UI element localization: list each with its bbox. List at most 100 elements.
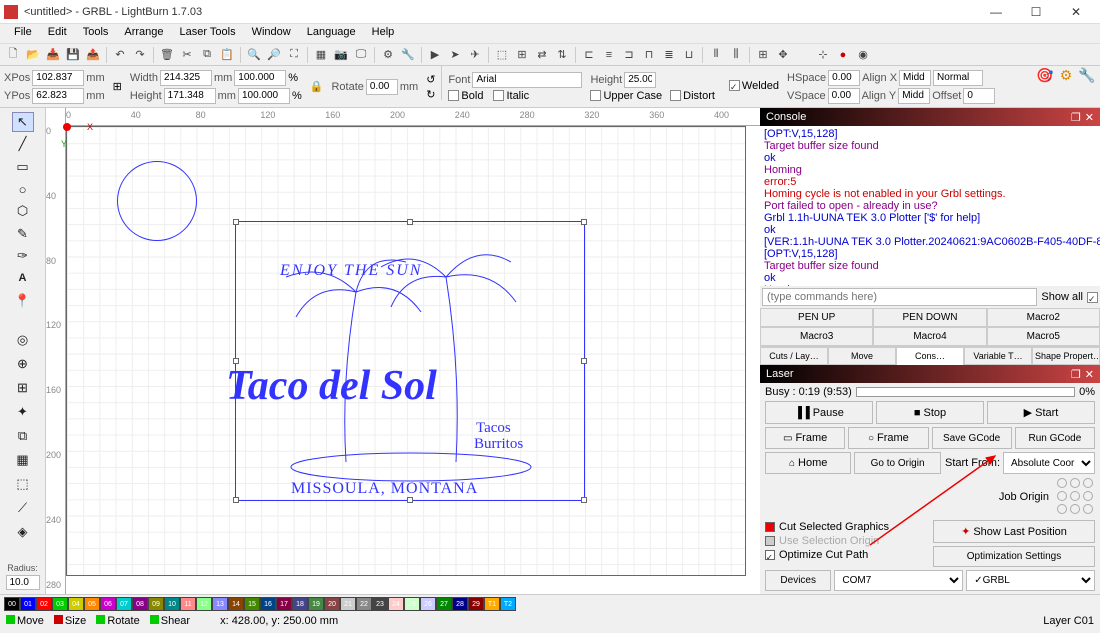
upper-check[interactable] (590, 90, 601, 101)
color-09[interactable]: 09 (148, 597, 164, 611)
array-icon[interactable]: ⊞ (754, 46, 772, 64)
job-origin-grid[interactable] (1057, 478, 1095, 516)
offset-tool[interactable]: ◎ (12, 329, 34, 351)
outline-tool[interactable]: ◈ (12, 521, 34, 543)
dist-v-icon[interactable]: ⫼ (727, 46, 745, 64)
paste-icon[interactable]: 📋 (218, 46, 236, 64)
color-18[interactable]: 18 (292, 597, 308, 611)
color-26[interactable]: 26 (420, 597, 436, 611)
macro-pendown[interactable]: PEN DOWN (873, 308, 986, 327)
fliph-icon[interactable]: ⇄ (533, 46, 551, 64)
preview-icon[interactable]: ▦ (312, 46, 330, 64)
align-top-icon[interactable]: ⊓ (640, 46, 658, 64)
color-24[interactable]: 24 (388, 597, 404, 611)
color-12[interactable]: 12 (196, 597, 212, 611)
showlast-button[interactable]: ✦Show Last Position (933, 520, 1095, 543)
jog-icon[interactable]: ● (834, 46, 852, 64)
console-undock-icon[interactable]: ❐ (1071, 111, 1081, 124)
menu-tools[interactable]: Tools (75, 24, 117, 43)
color-T1[interactable]: T1 (484, 597, 500, 611)
zoomfit-icon[interactable]: ⛶ (285, 46, 303, 64)
color-27[interactable]: 27 (436, 597, 452, 611)
color-01[interactable]: 01 (20, 597, 36, 611)
usesel-check[interactable] (765, 536, 775, 546)
rungcode-button[interactable]: Run GCode (1015, 427, 1095, 449)
optpath-check[interactable] (765, 550, 775, 560)
select-tool[interactable]: ↖ (12, 112, 34, 132)
array-tool[interactable]: ⊞ (12, 377, 34, 399)
color-29[interactable]: 29 (468, 597, 484, 611)
height-input[interactable] (164, 88, 216, 104)
color-23[interactable]: 23 (372, 597, 388, 611)
italic-check[interactable] (493, 90, 504, 101)
startfrom-select[interactable]: Absolute Coor (1003, 452, 1095, 474)
macro-5[interactable]: Macro5 (987, 327, 1100, 346)
aligny-select[interactable] (898, 88, 930, 104)
group-icon[interactable]: ⬚ (493, 46, 511, 64)
new-icon[interactable]: 🗋 (4, 46, 22, 64)
laser-pos-icon[interactable]: ◉ (854, 46, 872, 64)
color-19[interactable]: 19 (308, 597, 324, 611)
console-close-icon[interactable]: ✕ (1085, 111, 1094, 124)
color-04[interactable]: 04 (68, 597, 84, 611)
undo-icon[interactable]: ↶ (111, 46, 129, 64)
monitor-icon[interactable]: 🖵 (352, 46, 370, 64)
console-input[interactable] (762, 288, 1037, 306)
align-left-icon[interactable]: ⊏ (580, 46, 598, 64)
target-icon[interactable]: 🎯 (1036, 66, 1054, 84)
xpos-input[interactable] (32, 70, 84, 86)
optsettings-button[interactable]: Optimization Settings (933, 546, 1095, 567)
frame-button[interactable]: ▭Frame (765, 427, 845, 449)
color-17[interactable]: 17 (276, 597, 292, 611)
home-icon[interactable]: ✈ (466, 46, 484, 64)
tab-move[interactable]: Move (828, 347, 896, 365)
color-05[interactable]: 05 (84, 597, 100, 611)
align-mid-icon[interactable]: ≣ (660, 46, 678, 64)
color-10[interactable]: 10 (164, 597, 180, 611)
color-21[interactable]: 21 (340, 597, 356, 611)
style-select[interactable] (933, 70, 983, 86)
hspace-input[interactable] (828, 70, 860, 86)
close-button[interactable]: ✕ (1056, 1, 1096, 23)
edit-tool[interactable]: ✎ (12, 224, 34, 244)
position-icon[interactable]: ⊹ (814, 46, 832, 64)
port-select[interactable]: COM7 (834, 570, 963, 591)
zoomin-icon[interactable]: 🔍 (245, 46, 263, 64)
warp-tool[interactable]: ▦ (12, 449, 34, 471)
dist-h-icon[interactable]: ⫴ (707, 46, 725, 64)
device-select[interactable]: ✓GRBL (966, 570, 1095, 591)
offset-input[interactable] (963, 88, 995, 104)
gear-icon[interactable]: ⚙ (1057, 66, 1075, 84)
trace-tool[interactable]: ⬚ (12, 473, 34, 495)
rect-tool[interactable]: ▭ (12, 157, 34, 177)
wpct-input[interactable] (234, 70, 286, 86)
tab-variable[interactable]: Variable T… (964, 347, 1032, 365)
fontheight-input[interactable] (624, 72, 656, 88)
showall-check[interactable] (1087, 292, 1098, 303)
laser-close-icon[interactable]: ✕ (1085, 368, 1094, 381)
ypos-input[interactable] (32, 88, 84, 104)
oframe-button[interactable]: ○Frame (848, 427, 928, 449)
rotate-ccw-icon[interactable]: ↺ (426, 73, 435, 86)
color-08[interactable]: 08 (132, 597, 148, 611)
color-14[interactable]: 14 (228, 597, 244, 611)
artwork-design-box[interactable]: ENJOY THE SUN Taco del Sol Tacos Burrito… (235, 221, 585, 501)
width-input[interactable] (160, 70, 212, 86)
align-bot-icon[interactable]: ⊔ (680, 46, 698, 64)
menu-language[interactable]: Language (299, 24, 364, 43)
color-11[interactable]: 11 (180, 597, 196, 611)
home-button[interactable]: ⌂Home (765, 452, 851, 474)
export-icon[interactable]: 📤 (84, 46, 102, 64)
hpct-input[interactable] (238, 88, 290, 104)
laser-header[interactable]: Laser ❐✕ (760, 365, 1100, 383)
import-icon[interactable]: 📥 (44, 46, 62, 64)
mirror-tool[interactable]: ⧉ (12, 425, 34, 447)
send-icon[interactable]: ➤ (446, 46, 464, 64)
welded-check[interactable] (729, 80, 740, 91)
color-16[interactable]: 16 (260, 597, 276, 611)
devices-button[interactable]: Devices (765, 570, 831, 591)
copy-icon[interactable]: ⧉ (198, 46, 216, 64)
macro-4[interactable]: Macro4 (873, 327, 986, 346)
settings-icon[interactable]: ⚙ (379, 46, 397, 64)
color-25[interactable]: 25 (404, 597, 420, 611)
